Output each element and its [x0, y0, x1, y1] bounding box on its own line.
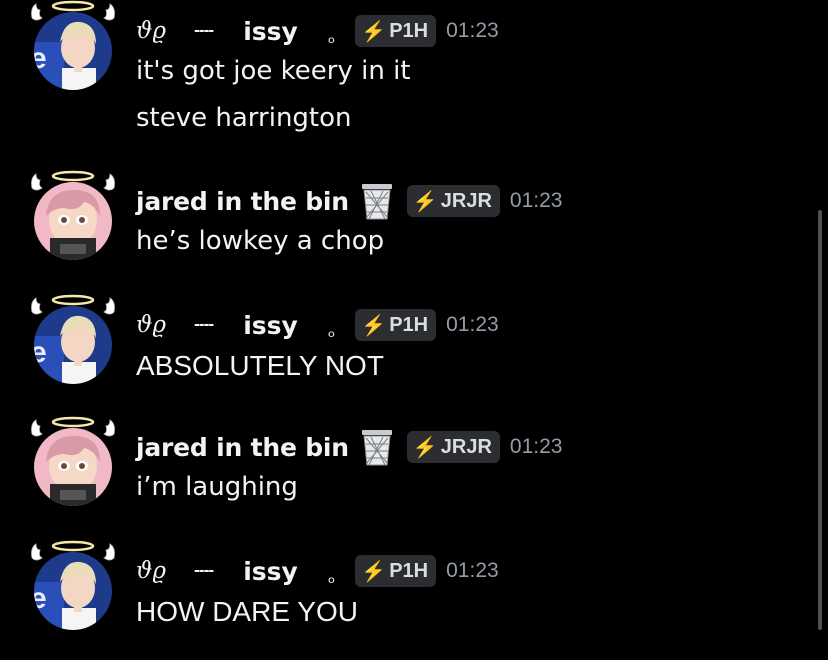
scrollbar[interactable]: [818, 210, 822, 630]
guild-tag[interactable]: ⚡ P1H: [355, 15, 437, 47]
message: jared in the bin ⚡ JRJR 01:23 he’s lowke…: [0, 170, 810, 290]
wastebasket-icon: [357, 182, 397, 220]
avatar[interactable]: [28, 416, 118, 506]
timestamp: 01:23: [446, 19, 499, 42]
lightning-bolt-icon: ⚡: [412, 190, 438, 213]
angel-halo-wings: [31, 170, 115, 191]
lightning-bolt-icon: ⚡: [361, 560, 387, 583]
guild-tag[interactable]: ⚡ P1H: [355, 555, 437, 587]
timestamp: 01:23: [509, 435, 563, 458]
timestamp: 01:23: [446, 313, 499, 336]
message: jared in the bin ⚡ JRJR 01:23 i’m laughi…: [0, 416, 810, 536]
message: e ϑϱ ---- issy ₒ ⚡ P1H 01:23 it's got jo…: [0, 0, 810, 133]
svg-text:e: e: [34, 42, 47, 75]
message-header: ϑϱ ---- issy ₒ ⚡ P1H 01:23: [136, 14, 499, 48]
message-text: steve harrington: [136, 103, 352, 133]
message-header: ϑϱ ---- issy ₒ ⚡ P1H 01:23: [136, 308, 499, 342]
guild-tag[interactable]: ⚡ JRJR: [406, 431, 500, 463]
avatar[interactable]: e: [28, 0, 118, 90]
timestamp: 01:23: [446, 559, 499, 582]
avatar[interactable]: e: [28, 540, 118, 630]
message-text: HOW DARE YOU: [136, 596, 358, 627]
message-text: i’m laughing: [136, 472, 298, 502]
username[interactable]: ϑϱ ---- issy ₒ: [136, 311, 345, 342]
message: e ϑϱ ---- issy ₒ ⚡ P1H 01:23 HOW DARE YO…: [0, 540, 810, 660]
message-text: it's got joe keery in it: [136, 56, 411, 86]
username[interactable]: ϑϱ ---- issy ₒ: [136, 557, 345, 588]
guild-tag[interactable]: ⚡ P1H: [355, 309, 437, 341]
lightning-bolt-icon: ⚡: [361, 20, 387, 43]
message-header: ϑϱ ---- issy ₒ ⚡ P1H 01:23: [136, 554, 499, 588]
angel-halo-wings: [31, 416, 115, 437]
username[interactable]: jared in the bin: [136, 187, 349, 216]
lightning-bolt-icon: ⚡: [412, 436, 438, 459]
username[interactable]: jared in the bin: [136, 433, 349, 462]
username[interactable]: ϑϱ ---- issy ₒ: [136, 17, 345, 48]
avatar[interactable]: [28, 170, 118, 260]
svg-text:e: e: [34, 582, 47, 615]
guild-tag[interactable]: ⚡ JRJR: [406, 185, 500, 217]
lightning-bolt-icon: ⚡: [361, 314, 387, 337]
timestamp: 01:23: [509, 189, 563, 212]
avatar[interactable]: e: [28, 294, 118, 384]
message-header: jared in the bin ⚡ JRJR 01:23: [136, 428, 563, 466]
message-text: ABSOLUTELY NOT: [136, 350, 384, 381]
message-text: he’s lowkey a chop: [136, 226, 385, 256]
svg-text:e: e: [34, 336, 47, 369]
message-header: jared in the bin ⚡ JRJR 01:23: [136, 182, 563, 220]
angel-halo-wings: [31, 0, 115, 21]
wastebasket-icon: [357, 428, 397, 466]
message: e ϑϱ ---- issy ₒ ⚡ P1H 01:23 ABSOLUTELY …: [0, 294, 810, 414]
angel-halo-wings: [31, 540, 115, 561]
angel-halo-wings: [31, 294, 115, 315]
